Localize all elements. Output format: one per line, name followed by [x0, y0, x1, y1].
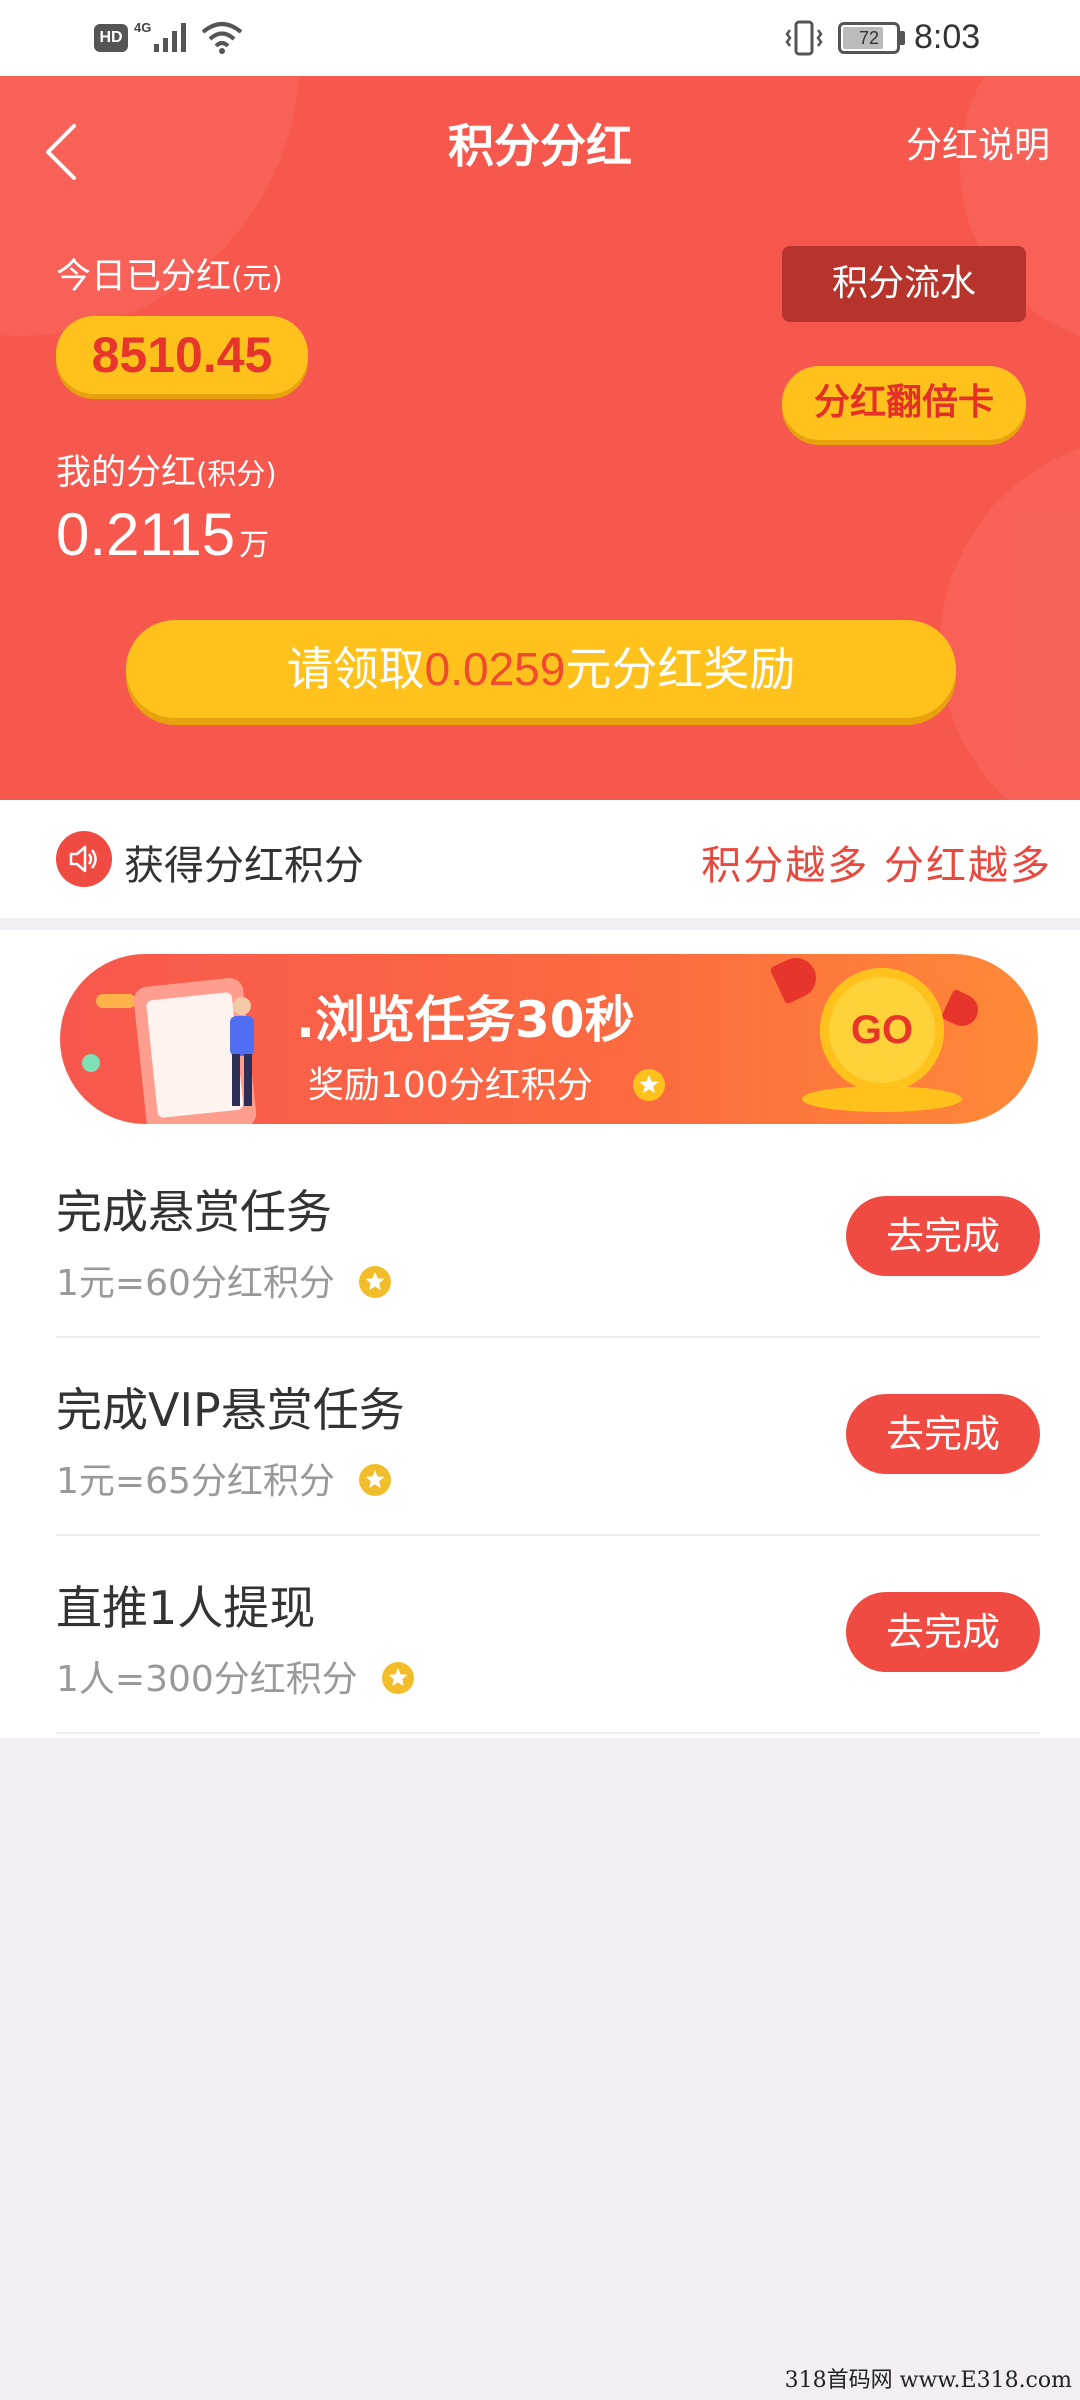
megaphone-icon — [940, 988, 984, 1032]
dividend-summary-panel: 积分分红 分红说明 今日已分红(元) 8510.45 我的分红(积分) 0.21… — [0, 76, 1080, 800]
today-dividend-label: 今日已分红(元) — [56, 248, 283, 299]
task-title: 直推1人提现 — [56, 1581, 316, 1635]
battery-level: 72 — [858, 28, 880, 48]
go-coin-icon: GO — [820, 968, 944, 1092]
network-type-label: 4G — [134, 20, 152, 35]
status-bar: HD 4G 72 8:03 — [0, 0, 1080, 76]
decor-circle — [940, 436, 1080, 800]
battery-icon: 72 — [838, 22, 900, 54]
divider — [56, 1732, 1040, 1734]
task-item-referral: 直推1人提现 1人=300分红积分 去完成 — [56, 1536, 1040, 1734]
speaker-icon — [56, 831, 112, 887]
earn-points-header: 获得分红积分 积分越多 分红越多 — [0, 800, 1080, 918]
points-history-button[interactable]: 积分流水 — [782, 246, 1026, 322]
my-dividend-unit: (积分) — [196, 457, 277, 491]
earn-points-title: 获得分红积分 — [124, 843, 364, 889]
task-reward: 1元=65分红积分 — [56, 1452, 392, 1504]
today-dividend-unit: (元) — [231, 261, 283, 295]
go-complete-button[interactable]: 去完成 — [846, 1592, 1040, 1672]
task-item-bounty: 完成悬赏任务 1元=60分红积分 去完成 — [56, 1140, 1040, 1338]
vibrate-icon — [785, 20, 823, 56]
task-reward-text: 1元=65分红积分 — [56, 1461, 335, 1502]
claim-amount: 0.0259 — [424, 643, 566, 695]
go-label: GO — [850, 1008, 914, 1052]
site-watermark: 318首码网 www.E318.com — [784, 2368, 1072, 2393]
browse-task-reward: 奖励100分红积分 — [308, 1065, 593, 1106]
clock-time: 8:03 — [914, 18, 981, 56]
task-reward-text: 1人=300分红积分 — [56, 1659, 358, 1700]
dividend-explanation-link[interactable]: 分红说明 — [906, 116, 1050, 168]
task-item-vip-bounty: 完成VIP悬赏任务 1元=65分红积分 去完成 — [56, 1338, 1040, 1536]
claim-suffix: 元分红奖励 — [565, 642, 796, 696]
signal-icon — [154, 23, 186, 52]
browse-task-title: .浏览任务30秒 — [296, 991, 635, 1049]
my-dividend-value: 0.2115 万 — [56, 500, 269, 569]
task-list-section: .浏览任务30秒 奖励100分红积分 GO 完成悬赏任务 1元=60分红积分 去… — [0, 930, 1080, 1738]
claim-dividend-button[interactable]: 请领取0.0259元分红奖励 — [126, 620, 956, 718]
go-complete-button[interactable]: 去完成 — [846, 1394, 1040, 1474]
my-dividend-number: 0.2115 — [56, 501, 236, 568]
task-title: 完成VIP悬赏任务 — [56, 1383, 405, 1437]
star-coin-icon — [359, 1464, 392, 1496]
claim-prefix: 请领取 — [286, 642, 425, 696]
person-illustration — [230, 997, 254, 1106]
today-dividend-amount: 8510.45 — [91, 327, 273, 383]
task-reward: 1元=60分红积分 — [56, 1254, 392, 1306]
earn-points-slogan: 积分越多 分红越多 — [701, 843, 1052, 889]
decor-dot — [82, 1054, 100, 1072]
my-dividend-number-unit: 万 — [239, 528, 270, 563]
my-dividend-label-text: 我的分红 — [56, 453, 197, 493]
go-complete-button[interactable]: 去完成 — [846, 1196, 1040, 1276]
task-title: 完成悬赏任务 — [56, 1185, 332, 1239]
megaphone-icon — [769, 954, 823, 1005]
task-reward-text: 1元=60分红积分 — [56, 1263, 335, 1304]
today-dividend-label-text: 今日已分红 — [56, 257, 232, 297]
battery-tip — [900, 31, 905, 45]
hd-icon: HD — [94, 24, 128, 52]
task-reward: 1人=300分红积分 — [56, 1650, 415, 1702]
wifi-icon — [201, 22, 243, 54]
browse-task-banner[interactable]: .浏览任务30秒 奖励100分红积分 GO — [60, 954, 1038, 1124]
star-coin-icon — [633, 1069, 665, 1101]
dividend-double-card-button[interactable]: 分红翻倍卡 — [782, 366, 1026, 440]
star-coin-icon — [382, 1662, 415, 1694]
today-dividend-amount-badge: 8510.45 — [56, 316, 308, 394]
star-coin-icon — [359, 1266, 392, 1298]
my-dividend-label: 我的分红(积分) — [56, 444, 277, 495]
decor-pill — [96, 994, 136, 1008]
